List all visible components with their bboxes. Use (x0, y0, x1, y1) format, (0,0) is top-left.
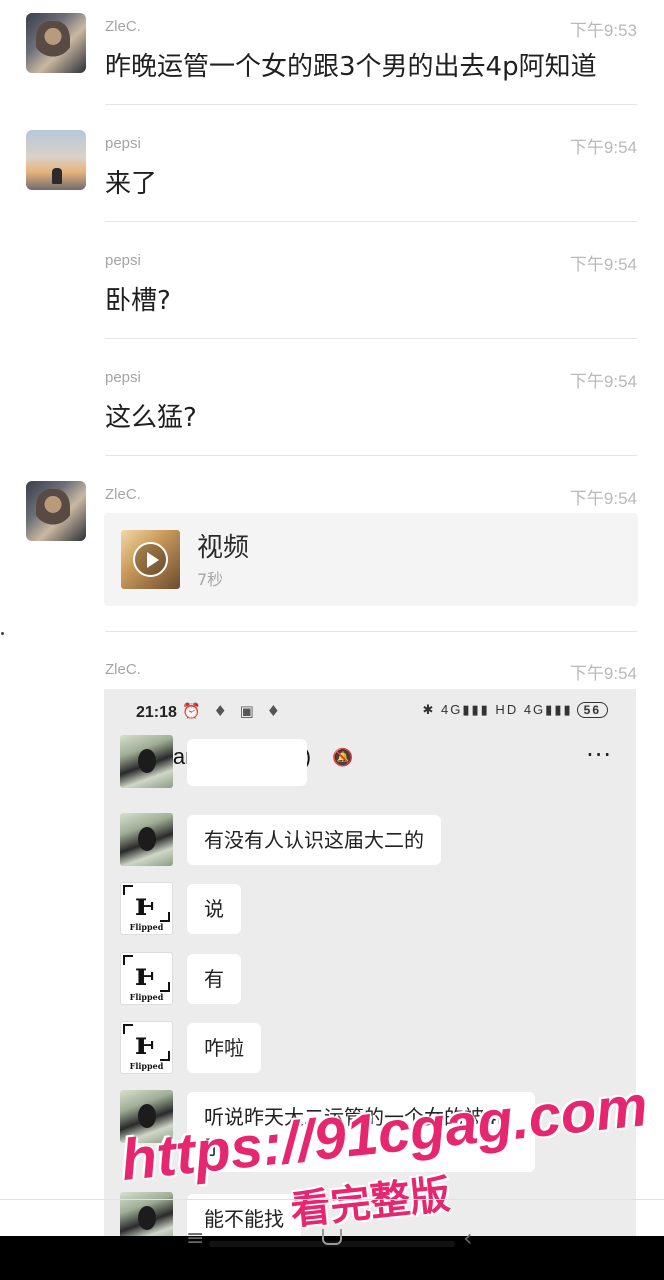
message-text[interactable]: 卧槽? (105, 280, 171, 317)
more-options-icon: ··· (586, 741, 612, 769)
chat-bubble-partial (187, 739, 307, 786)
stray-dot (1, 632, 4, 635)
divider (105, 221, 637, 222)
signal-icon: ✱ 4G▮▮▮ HD 4G▮▮▮ (422, 702, 573, 717)
message-time: 下午9:54 (569, 664, 637, 683)
screenshot-chat-header: ‹ Nanjing Hot(19) 🔕 ··· (104, 739, 636, 779)
message-time: 下午9:54 (569, 372, 637, 391)
flipped-mark: ⱶ (135, 885, 155, 923)
flipped-label: Flipped (129, 992, 164, 1002)
chat-bubble: 咋啦 (187, 1023, 261, 1073)
status-signal-icons: ✱ 4G▮▮▮ HD 4G▮▮▮ 56 (423, 702, 608, 718)
back-nav-icon[interactable]: ‹ (463, 1224, 473, 1252)
message-text[interactable]: 来了 (105, 163, 157, 200)
avatar-flipped: ⱶ Flipped (120, 1021, 173, 1074)
video-title: 视频 (197, 533, 250, 563)
message-text[interactable]: 这么猛? (105, 397, 197, 434)
sender-name: ZleC. (105, 18, 141, 35)
input-area-divider (0, 1199, 664, 1200)
video-thumbnail[interactable] (121, 530, 180, 589)
divider (105, 455, 637, 456)
message-time: 下午9:54 (569, 489, 637, 508)
message-time: 下午9:54 (569, 138, 637, 157)
divider (105, 338, 637, 339)
home-icon[interactable] (322, 1229, 342, 1245)
sender-name: ZleC. (105, 661, 141, 678)
flipped-label: Flipped (129, 922, 164, 932)
avatar-money (120, 1090, 173, 1143)
flipped-mark: ⱶ (135, 955, 155, 993)
status-app-icons: ⏰ ♦ ▣ ♦ (182, 702, 285, 720)
avatar-flipped: ⱶ Flipped (120, 882, 173, 935)
avatar-flipped: ⱶ Flipped (120, 952, 173, 1005)
screenshot-status-bar: 21:18 ⏰ ♦ ▣ ♦ ✱ 4G▮▮▮ HD 4G▮▮▮ 56 (104, 689, 636, 739)
avatar-money (120, 735, 173, 788)
avatar-zlec[interactable] (26, 13, 86, 73)
sender-name: ZleC. (105, 486, 141, 503)
avatar-zlec[interactable] (26, 481, 86, 541)
flipped-mark: ⱶ (135, 1024, 155, 1062)
chat-bubble: 有没有人认识这届大二的 (187, 815, 441, 865)
mute-bell-icon: 🔕 (332, 748, 354, 768)
divider (105, 104, 637, 105)
message-time: 下午9:53 (569, 21, 637, 40)
menu-icon[interactable]: ≡ (186, 1226, 204, 1251)
message-time: 下午9:54 (569, 255, 637, 274)
avatar-money (120, 813, 173, 866)
image-message-screenshot[interactable]: 21:18 ⏰ ♦ ▣ ♦ ✱ 4G▮▮▮ HD 4G▮▮▮56 ‹ Nanji… (104, 689, 636, 1236)
chat-bubble: 说 (187, 884, 241, 934)
sender-name: pepsi (105, 135, 141, 152)
message-text[interactable]: 昨晚运管一个女的跟3个男的出去4p阿知道 (105, 46, 597, 83)
flipped-label: Flipped (129, 1061, 164, 1071)
battery-icon: 56 (576, 702, 608, 718)
play-icon[interactable] (133, 542, 168, 577)
avatar-pepsi[interactable] (26, 130, 86, 190)
sender-name: pepsi (105, 252, 141, 269)
divider (105, 631, 637, 632)
status-time: 21:18 (136, 704, 177, 721)
chat-bubble: 有 (187, 954, 241, 1004)
sender-name: pepsi (105, 369, 141, 386)
chat-bubble: 听说昨天大二运管的一个女的被4p了 (187, 1092, 535, 1172)
video-message-card[interactable]: 视频 7秒 (104, 513, 638, 606)
video-duration: 7秒 (197, 570, 224, 589)
